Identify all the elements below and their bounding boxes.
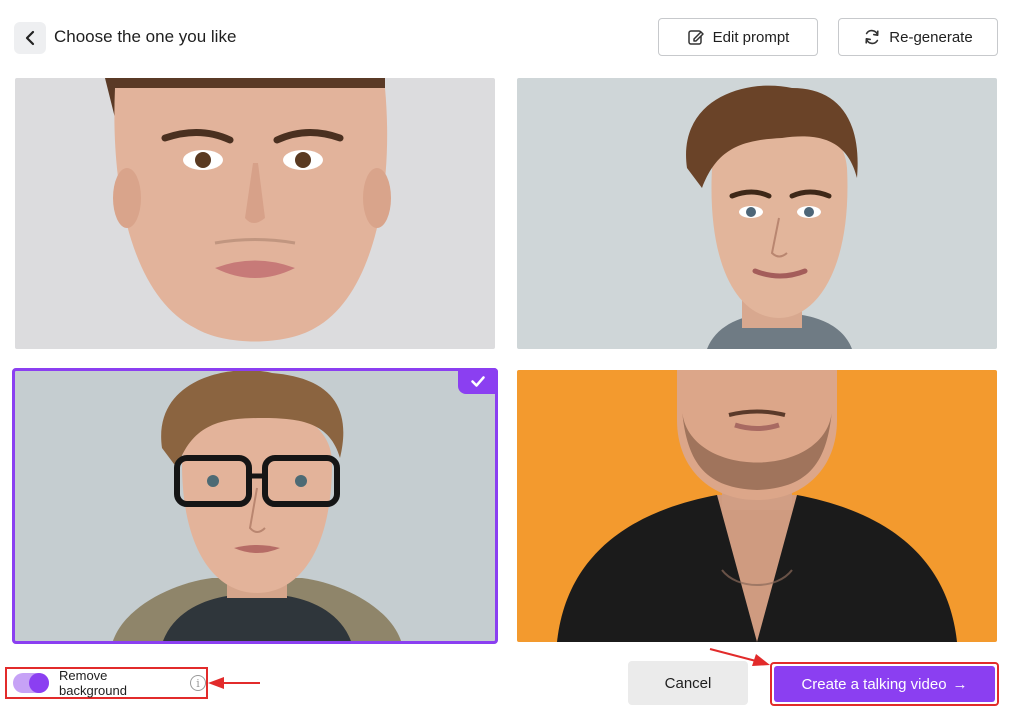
portrait-option-4[interactable] [517,370,997,642]
create-label: Create a talking video [801,675,947,693]
regenerate-button[interactable]: Re-generate [838,18,998,56]
back-button[interactable] [14,22,46,54]
page-title: Choose the one you like [54,27,237,46]
image-chooser-page: Choose the one you like Edit prompt Re-g… [0,0,1013,723]
chevron-left-icon [25,30,35,46]
remove-background-label: Remove background [59,668,127,698]
remove-background-option: Remove background i [5,667,208,699]
edit-prompt-label: Edit prompt [712,28,790,46]
create-talking-video-button[interactable]: Create a talking video → [774,666,995,702]
portrait-option-1[interactable] [15,78,495,349]
cancel-button[interactable]: Cancel [628,661,748,705]
edit-icon [687,30,704,45]
create-button-highlight: Create a talking video → [770,662,999,706]
edit-prompt-button[interactable]: Edit prompt [658,18,818,56]
remove-background-toggle[interactable] [13,673,49,693]
check-icon [471,375,485,387]
portrait-option-3[interactable] [12,368,498,644]
annotation-arrow-left [208,677,260,689]
arrow-right-icon: → [952,675,968,693]
selected-check-badge [458,368,498,394]
info-icon[interactable]: i [190,675,206,691]
refresh-icon [865,29,879,45]
regenerate-label: Re-generate [889,28,973,46]
cancel-label: Cancel [664,674,712,692]
portrait-option-2[interactable] [517,78,997,349]
